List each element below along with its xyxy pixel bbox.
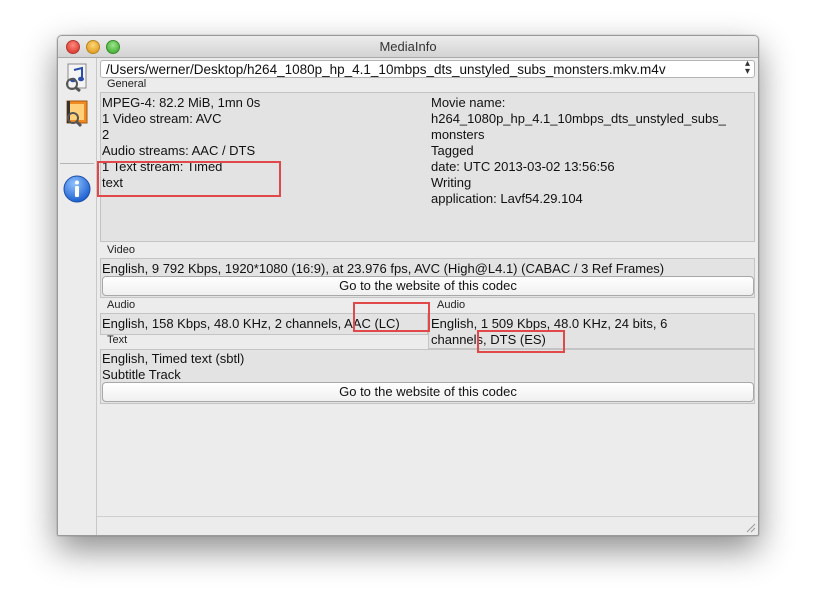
- movie-file-icon[interactable]: [62, 98, 92, 128]
- general-right-line: application: Lavf54.29.104: [431, 191, 583, 206]
- title-bar: MediaInfo: [58, 36, 758, 58]
- file-selector[interactable]: /Users/werner/Desktop/h264_1080p_hp_4.1_…: [100, 59, 755, 78]
- music-file-icon[interactable]: [62, 62, 92, 93]
- general-label: General: [107, 78, 147, 90]
- video-info-line: English, 9 792 Kbps, 1920*1080 (16:9), a…: [102, 261, 665, 276]
- general-right-line: monsters: [431, 127, 485, 142]
- text-info-line: Subtitle Track: [102, 367, 181, 382]
- bottom-divider: [97, 516, 758, 517]
- audio2-label: Audio: [437, 299, 466, 311]
- general-left-line: 1 Video stream: AVC: [102, 111, 222, 126]
- mediainfo-window: MediaInfo /Users/werner/Desktop/h264_108…: [57, 35, 759, 536]
- general-right-line: Tagged: [431, 143, 474, 158]
- highlight-aac-lc: [353, 302, 430, 332]
- highlight-audio-streams: [97, 161, 281, 197]
- general-left-line: MPEG-4: 82.2 MiB, 1mn 0s: [102, 95, 261, 110]
- text-label: Text: [107, 334, 128, 346]
- text-info-line: English, Timed text (sbtl): [102, 351, 245, 366]
- stepper-icon[interactable]: ▴ ▾: [745, 59, 750, 77]
- file-path: /Users/werner/Desktop/h264_1080p_hp_4.1_…: [106, 62, 666, 77]
- general-right-line: h264_1080p_hp_4.1_10mbps_dts_unstyled_su…: [431, 111, 726, 126]
- general-right-line: date: UTC 2013-03-02 13:56:56: [431, 159, 615, 174]
- video-label: Video: [107, 244, 135, 256]
- general-left-line: Audio streams: AAC / DTS: [102, 143, 256, 158]
- main-content: /Users/werner/Desktop/h264_1080p_hp_4.1_…: [97, 58, 758, 535]
- resize-grip-icon[interactable]: [744, 521, 756, 533]
- video-codec-website-button[interactable]: Go to the website of this codec: [102, 276, 754, 296]
- left-toolbar: [58, 58, 97, 535]
- toolbar-separator: [60, 163, 94, 164]
- general-left-line: 2: [102, 127, 110, 142]
- info-icon[interactable]: [62, 174, 92, 204]
- general-right-line: Movie name:: [431, 95, 506, 110]
- highlight-dts-es: [477, 330, 565, 353]
- audio1-label: Audio: [107, 299, 136, 311]
- general-right-line: Writing: [431, 175, 472, 190]
- window-title: MediaInfo: [379, 39, 437, 54]
- text-codec-website-button[interactable]: Go to the website of this codec: [102, 382, 754, 402]
